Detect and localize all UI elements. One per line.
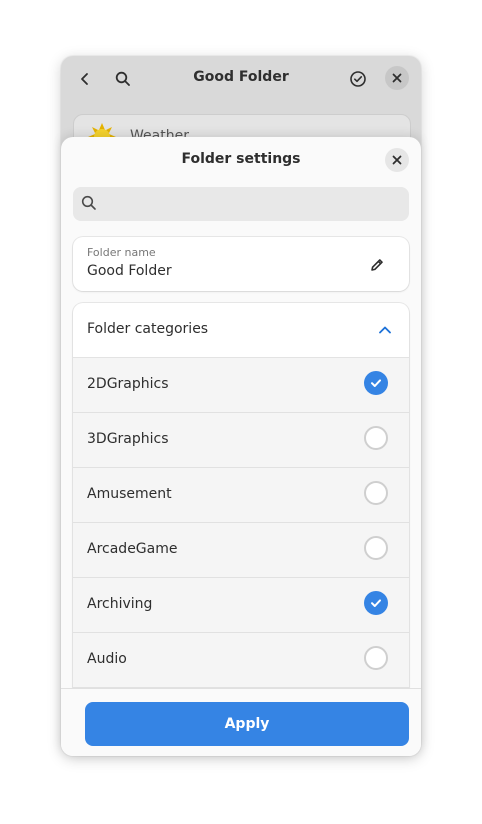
category-list: 2DGraphics 3DGraphics Amusement ArcadeGa… <box>73 358 409 688</box>
category-checkbox[interactable] <box>364 536 388 560</box>
category-checkbox[interactable] <box>364 646 388 670</box>
category-checkbox[interactable] <box>364 371 388 395</box>
category-row-archiving[interactable]: Archiving <box>73 578 409 633</box>
category-checkbox[interactable] <box>364 481 388 505</box>
category-label: 2DGraphics <box>87 376 169 392</box>
category-row-amusement[interactable]: Amusement <box>73 468 409 523</box>
folder-name-label: Folder name <box>87 246 156 259</box>
folder-categories-card: Folder categories 2DGraphics 3DGraphics … <box>73 303 409 743</box>
category-label: Amusement <box>87 486 172 502</box>
folder-name-value: Good Folder <box>87 263 172 279</box>
background-header: Good Folder <box>61 56 421 102</box>
search-icon <box>81 195 96 210</box>
checkmark-icon <box>371 599 381 607</box>
folder-categories-label: Folder categories <box>87 321 209 337</box>
category-row-2dgraphics[interactable]: 2DGraphics <box>73 358 409 413</box>
dialog-close-button[interactable] <box>385 148 409 172</box>
category-label: ArcadeGame <box>87 541 178 557</box>
edit-folder-name-button[interactable] <box>365 253 389 277</box>
close-icon <box>392 73 402 83</box>
category-label: 3DGraphics <box>87 431 169 447</box>
apply-button[interactable]: Apply <box>85 702 409 746</box>
close-icon <box>392 155 402 165</box>
category-checkbox[interactable] <box>364 591 388 615</box>
folder-categories-header[interactable]: Folder categories <box>73 303 409 358</box>
category-row-audio[interactable]: Audio <box>73 633 409 688</box>
search-bar[interactable] <box>73 187 409 221</box>
category-label: Archiving <box>87 596 153 612</box>
window-close-button[interactable] <box>385 66 409 90</box>
chevron-up-icon <box>379 326 391 334</box>
folder-settings-dialog: Folder settings Folder name Good Folder … <box>61 137 421 756</box>
dialog-title: Folder settings <box>181 151 301 167</box>
category-row-arcadegame[interactable]: ArcadeGame <box>73 523 409 578</box>
search-input[interactable] <box>109 193 403 217</box>
pencil-icon <box>371 259 383 271</box>
dialog-footer: Apply <box>61 688 421 756</box>
select-button[interactable] <box>344 65 372 93</box>
folder-name-field[interactable]: Folder name Good Folder <box>73 237 409 291</box>
category-checkbox[interactable] <box>364 426 388 450</box>
check-circle-icon <box>350 71 366 87</box>
checkmark-icon <box>371 379 381 387</box>
category-label: Audio <box>87 651 127 667</box>
category-row-3dgraphics[interactable]: 3DGraphics <box>73 413 409 468</box>
